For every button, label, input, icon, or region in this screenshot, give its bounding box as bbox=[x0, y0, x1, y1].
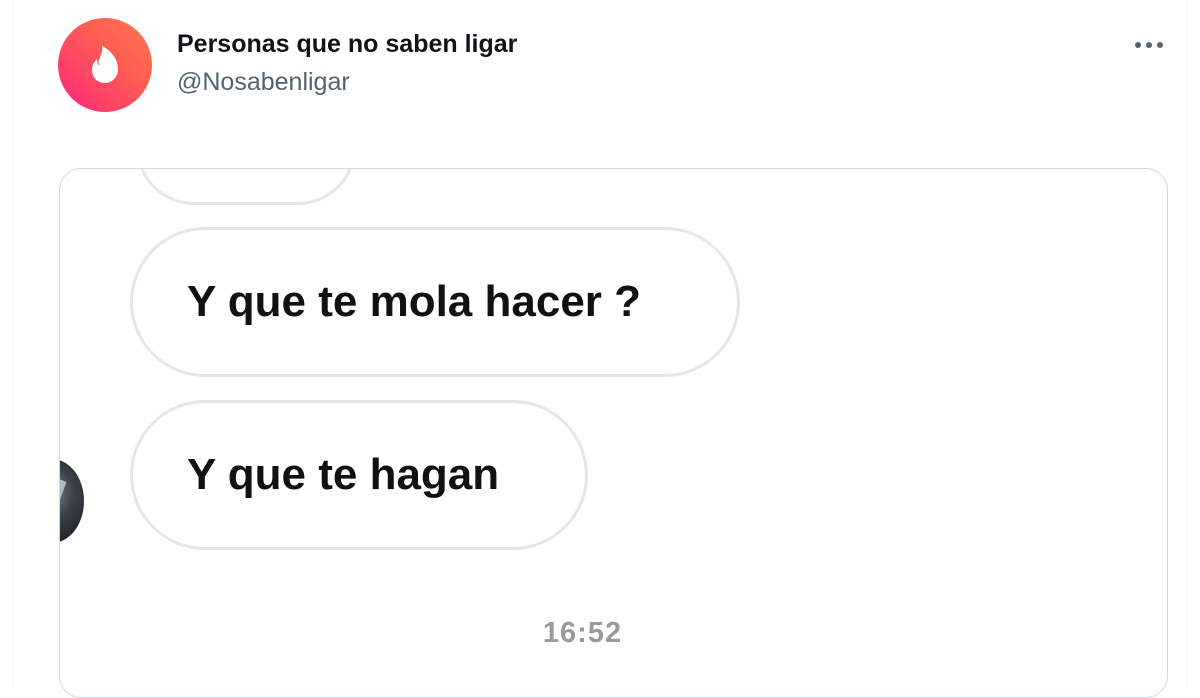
tweet-media-image[interactable]: Y que te mola hacer ? Y que te hagan 16:… bbox=[59, 168, 1168, 698]
tweet-card: Personas que no saben ligar @Nosabenliga… bbox=[12, 0, 1188, 698]
sender-avatar bbox=[60, 459, 84, 543]
profile-avatar[interactable] bbox=[58, 18, 152, 112]
flame-icon bbox=[92, 46, 118, 83]
chat-bubble: Y que te mola hacer ? bbox=[130, 227, 740, 377]
display-name[interactable]: Personas que no saben ligar bbox=[177, 30, 517, 59]
chat-message-text: Y que te hagan bbox=[187, 450, 500, 499]
chat-bubble: Y que te hagan bbox=[130, 400, 588, 550]
chat-message-text: Y que te mola hacer ? bbox=[187, 277, 642, 326]
chat-timestamp: 16:52 bbox=[542, 617, 623, 649]
user-handle[interactable]: @Nosabenligar bbox=[177, 68, 350, 97]
chat-bubble-partial bbox=[136, 169, 356, 205]
more-options-icon bbox=[1135, 42, 1163, 48]
more-options-button[interactable] bbox=[1127, 28, 1171, 62]
